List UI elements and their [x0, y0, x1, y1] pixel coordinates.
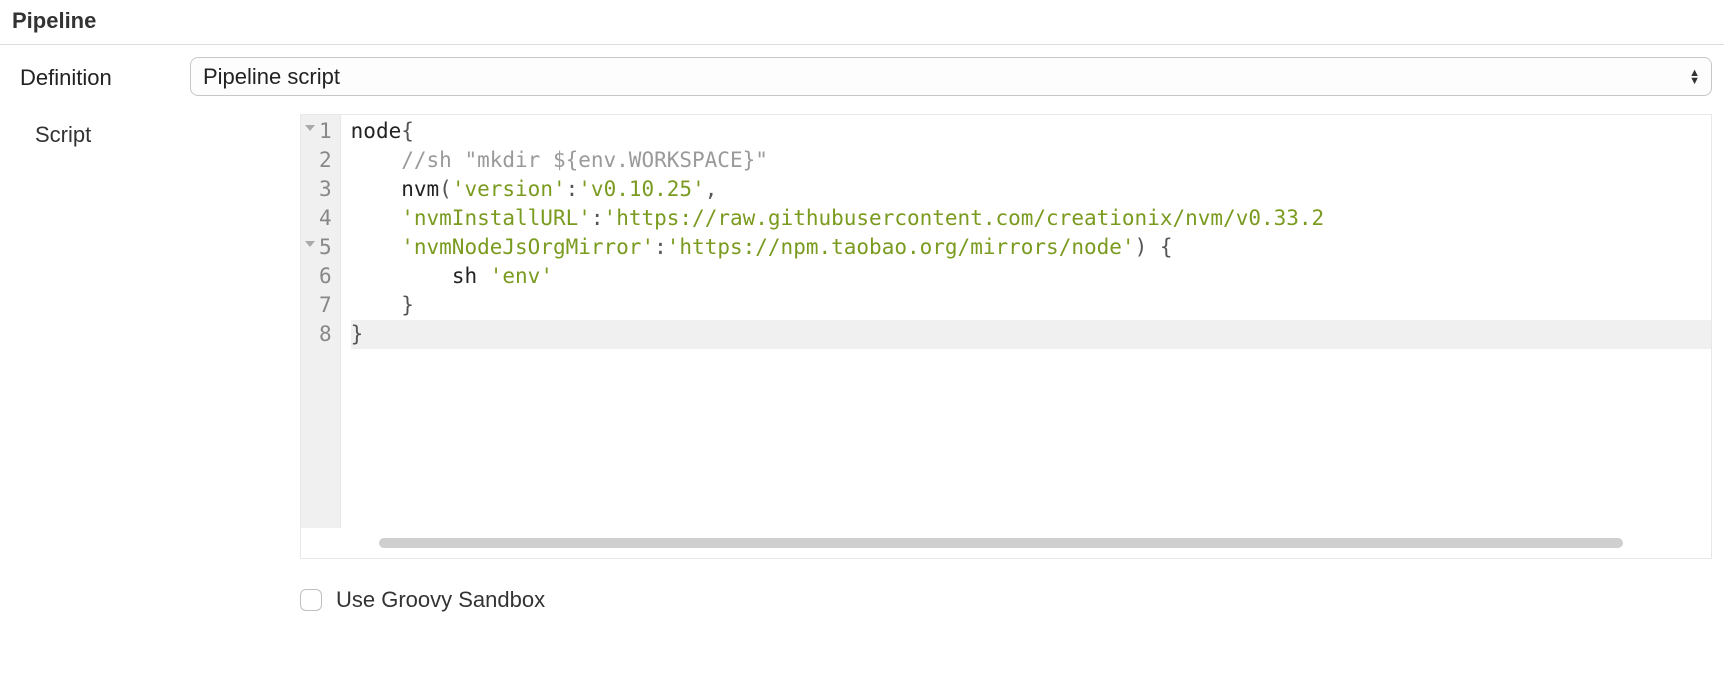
- code-line[interactable]: }: [351, 320, 1711, 349]
- script-row: Script 12345678 node{ //sh "mkdir ${env.…: [20, 114, 1712, 613]
- line-number: 6: [319, 262, 332, 291]
- line-number: 7: [319, 291, 332, 320]
- editor-horizontal-scrollbar[interactable]: [379, 534, 1703, 552]
- line-number: 2: [319, 146, 332, 175]
- code-line[interactable]: 'nvmNodeJsOrgMirror':'https://npm.taobao…: [351, 233, 1711, 262]
- code-line[interactable]: node{: [351, 117, 1711, 146]
- definition-select[interactable]: Pipeline script: [190, 57, 1712, 96]
- section-title: Pipeline: [0, 0, 1724, 45]
- code-line[interactable]: sh 'env': [351, 262, 1711, 291]
- editor-gutter: 12345678: [301, 115, 341, 528]
- script-editor[interactable]: 12345678 node{ //sh "mkdir ${env.WORKSPA…: [300, 114, 1712, 559]
- sandbox-label: Use Groovy Sandbox: [336, 587, 545, 613]
- code-line[interactable]: 'nvmInstallURL':'https://raw.githubuserc…: [351, 204, 1711, 233]
- code-line[interactable]: }: [351, 291, 1711, 320]
- line-number: 3: [319, 175, 332, 204]
- editor-code-area[interactable]: node{ //sh "mkdir ${env.WORKSPACE}" nvm(…: [341, 115, 1711, 528]
- line-number: 4: [319, 204, 332, 233]
- script-label: Script: [20, 114, 300, 148]
- line-number: 5: [319, 233, 332, 262]
- sandbox-checkbox[interactable]: [300, 589, 322, 611]
- line-number: 1: [319, 117, 332, 146]
- code-line[interactable]: //sh "mkdir ${env.WORKSPACE}": [351, 146, 1711, 175]
- sandbox-row: Use Groovy Sandbox: [300, 587, 1712, 613]
- code-line[interactable]: nvm('version':'v0.10.25',: [351, 175, 1711, 204]
- fold-toggle-icon[interactable]: [305, 241, 315, 247]
- fold-toggle-icon[interactable]: [305, 125, 315, 131]
- line-number: 8: [319, 320, 332, 349]
- definition-label: Definition: [20, 57, 190, 91]
- definition-row: Definition Pipeline script ▲▼: [20, 57, 1712, 96]
